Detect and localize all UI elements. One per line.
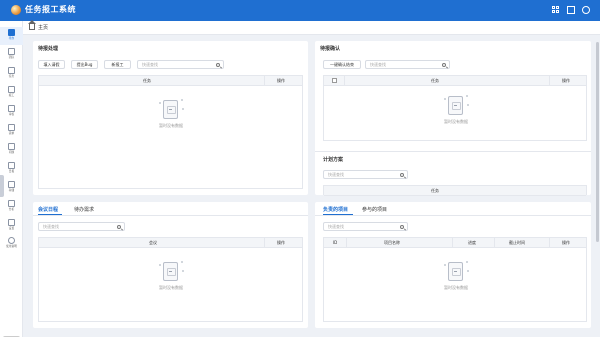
empty-doc-icon <box>163 262 178 281</box>
sidebar-item-issue[interactable]: 问题 <box>0 141 23 159</box>
project-table: ID 项目名称 进度 截止时间 操作 暂时没有数据 <box>323 237 587 322</box>
table-header: 任务 <box>324 186 586 196</box>
search-icon[interactable] <box>117 225 121 229</box>
leave-button[interactable]: 填入请假 <box>38 60 65 69</box>
scrollbar[interactable] <box>596 42 599 242</box>
confirm-panel: 待报确认 一键确认结束 快速查找 任务 操作 暂时没有数据 计划方案 快速查找 … <box>315 41 591 196</box>
sidebar-item-task[interactable]: 任务 <box>0 65 23 83</box>
project-panel: 负责的项目 参与的项目 快速查找 ID 项目名称 进度 截止时间 操作 暂时没有… <box>315 202 591 328</box>
empty-state: 暂时没有数据 <box>151 96 191 136</box>
home-icon <box>8 29 15 36</box>
empty-doc-icon <box>448 96 463 115</box>
search-icon[interactable] <box>442 63 446 67</box>
search-input[interactable]: 快速查找 <box>38 222 125 231</box>
sidebar-item-analysis[interactable]: 分析 <box>0 198 23 216</box>
tab-joined-projects[interactable]: 参与的项目 <box>362 206 387 213</box>
search-icon[interactable] <box>216 63 220 67</box>
meeting-table: 会议 操作 暂时没有数据 <box>38 237 303 322</box>
analysis-icon <box>8 200 15 207</box>
help-icon <box>8 237 15 244</box>
meeting-panel: 会议日程 待办需求 快速查找 会议 操作 暂时没有数据 <box>33 202 308 328</box>
app-title: 任务报工系统 <box>25 5 76 14</box>
grid-icon[interactable] <box>552 6 560 14</box>
tab-requirements[interactable]: 待办需求 <box>74 206 94 213</box>
plan-table: 任务 <box>323 185 587 196</box>
table-header: 任务 操作 <box>39 76 302 86</box>
review-icon <box>8 105 15 112</box>
bug-button[interactable]: 提出Bug <box>71 60 98 69</box>
empty-state: 暂时没有数据 <box>151 258 191 298</box>
gear-icon[interactable] <box>582 6 590 14</box>
tab-meeting[interactable]: 会议日程 <box>38 206 58 213</box>
sidebar: 待办 团队 任务 报工 审核 需求 问题 日报 存储 分析 设置 使用说明 CN <box>0 21 23 337</box>
plan-title: 计划方案 <box>323 157 344 163</box>
todo-panel: 待报处理 填入请假 提出Bug 新报工 快速查找 任务 操作 暂时没有数据 <box>33 41 308 195</box>
breadcrumb: 主页 <box>23 20 600 35</box>
fullscreen-icon[interactable] <box>567 6 575 14</box>
logo-icon <box>11 5 21 15</box>
new-report-button[interactable]: 新报工 <box>104 60 131 69</box>
table-header: ID 项目名称 进度 截止时间 操作 <box>324 238 586 248</box>
daily-icon <box>8 162 15 169</box>
sidebar-item-settings[interactable]: 设置 <box>0 217 23 235</box>
task-icon <box>8 67 15 74</box>
confirm-all-button[interactable]: 一键确认结束 <box>323 60 361 69</box>
table-header: 任务 操作 <box>324 76 586 86</box>
sidebar-item-requirement[interactable]: 需求 <box>0 122 23 140</box>
panel-title: 待报处理 <box>38 46 59 52</box>
panel-title: 待报确认 <box>320 46 341 52</box>
empty-doc-icon <box>163 100 178 119</box>
plan-search-input[interactable]: 快速查找 <box>323 170 408 179</box>
settings-icon <box>8 219 15 226</box>
sidebar-item-help[interactable]: 使用说明 <box>0 235 23 253</box>
report-icon <box>8 86 15 93</box>
sidebar-item-review[interactable]: 审核 <box>0 103 23 121</box>
empty-state: 暂时没有数据 <box>436 258 476 298</box>
storage-icon <box>8 181 15 188</box>
tab-my-projects[interactable]: 负责的项目 <box>323 206 348 213</box>
empty-state: 暂时没有数据 <box>436 92 476 132</box>
search-input[interactable]: 快速查找 <box>365 60 450 69</box>
sidebar-item-team[interactable]: 团队 <box>0 46 23 64</box>
sidebar-item-report[interactable]: 报工 <box>0 84 23 102</box>
home-icon[interactable] <box>28 20 36 30</box>
todo-table: 任务 操作 暂时没有数据 <box>38 75 303 189</box>
top-bar: 任务报工系统 <box>0 0 600 21</box>
select-all-checkbox[interactable] <box>332 78 337 83</box>
empty-doc-icon <box>448 262 463 281</box>
search-input[interactable]: 快速查找 <box>323 222 408 231</box>
sidebar-collapse-handle[interactable] <box>0 175 4 197</box>
search-icon[interactable] <box>400 173 404 177</box>
requirement-icon <box>8 124 15 131</box>
team-icon <box>8 48 15 55</box>
confirm-table: 任务 操作 暂时没有数据 <box>323 75 587 141</box>
issue-icon <box>8 143 15 150</box>
sidebar-item-todo[interactable]: 待办 <box>0 27 23 45</box>
search-input[interactable]: 快速查找 <box>137 60 224 69</box>
search-icon[interactable] <box>400 225 404 229</box>
table-header: 会议 操作 <box>39 238 302 248</box>
breadcrumb-home[interactable]: 主页 <box>38 24 48 31</box>
